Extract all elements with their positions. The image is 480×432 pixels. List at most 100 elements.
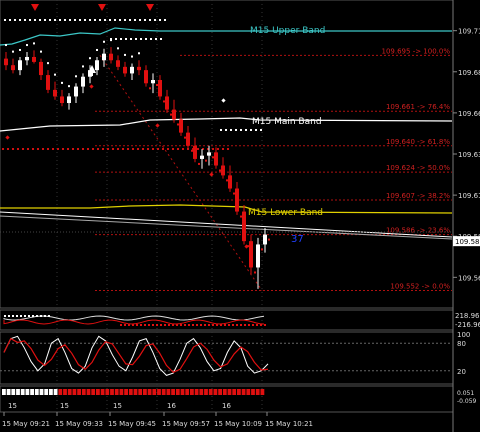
chart-svg[interactable]: 109.695 -> 100.0% 109.661 -> 76.4% 109.640…	[0, 0, 480, 432]
signal-dot	[117, 47, 119, 50]
cci-dot	[28, 315, 30, 317]
cci-dot	[132, 324, 134, 326]
signal-dot	[149, 87, 151, 90]
time-label: 15 May 09:45	[108, 420, 156, 428]
signal-block	[218, 389, 222, 395]
signal-dot	[254, 271, 256, 274]
candle-body	[179, 119, 183, 133]
signal-block	[208, 389, 213, 395]
band-dot	[94, 19, 96, 21]
day-label: 16	[222, 402, 231, 410]
trading-chart-window: 109.695 -> 100.0% 109.661 -> 76.4% 109.640…	[0, 0, 480, 432]
cci-dot	[200, 324, 202, 326]
band-dot	[124, 19, 126, 21]
signal-dot	[103, 40, 105, 43]
cci-dot	[48, 315, 50, 317]
cci-dot	[44, 315, 46, 317]
signal-dot	[261, 248, 263, 251]
signal-block	[86, 389, 91, 395]
cci-dot	[128, 324, 130, 326]
signal-dot	[96, 48, 98, 51]
band-dot	[37, 148, 39, 150]
cci-dot	[264, 324, 266, 326]
candle-body	[11, 65, 15, 71]
signal-dot	[33, 42, 35, 45]
band-dot	[154, 19, 156, 21]
signal-block	[222, 389, 227, 395]
candle-body	[4, 58, 8, 66]
band-dot	[127, 148, 129, 150]
cci-dot	[256, 324, 258, 326]
candle-body	[25, 56, 29, 61]
fib-label: 109.640 -> 61.8%	[386, 138, 450, 146]
signal-dot	[19, 48, 21, 51]
band-dot	[92, 148, 94, 150]
signal-block	[96, 389, 100, 395]
band-dot	[34, 19, 36, 21]
band-dot	[157, 148, 159, 150]
time-label: 15 May 09:57	[162, 420, 210, 428]
signal-block	[246, 389, 251, 395]
cci-dot	[204, 324, 206, 326]
signal-block	[81, 389, 86, 395]
signal-block	[20, 389, 25, 395]
lower-band-label: M15 Lower Band	[248, 208, 323, 218]
candle-body	[32, 56, 36, 62]
signal-block	[260, 389, 265, 395]
band-dot	[29, 19, 31, 21]
signal-dot	[12, 50, 14, 53]
cci-dot	[12, 315, 14, 317]
band-dot	[19, 19, 21, 21]
signal-dot	[131, 55, 133, 58]
cci-dot	[224, 324, 226, 326]
band-dot	[134, 19, 136, 21]
band-dot	[227, 148, 229, 150]
time-label: 15 May 10:09	[214, 420, 262, 428]
day-label: 15	[8, 402, 17, 410]
candle-body	[123, 66, 127, 74]
cci-dot	[248, 324, 250, 326]
band-dot	[64, 19, 66, 21]
price-tick-label: 109.685	[458, 69, 480, 77]
cci-dot	[152, 324, 154, 326]
cci-dot	[172, 324, 174, 326]
signal-label: 0.051	[457, 390, 474, 397]
band-dot	[162, 148, 164, 150]
signal-block	[124, 389, 128, 395]
candle-body	[53, 89, 57, 97]
day-label: 15	[60, 402, 69, 410]
cci-dot	[216, 324, 218, 326]
candle-body	[249, 241, 253, 268]
candle-body	[74, 86, 78, 97]
candle-body	[144, 70, 148, 84]
band-dot	[217, 148, 219, 150]
band-dot	[125, 38, 127, 40]
band-dot	[4, 19, 6, 21]
signal-dot	[82, 65, 84, 68]
main-band-label: M15 Main Band	[252, 117, 322, 127]
bar-count-label: 37	[291, 234, 304, 245]
signal-dot	[184, 136, 186, 139]
band-dot	[222, 148, 224, 150]
band-dot	[120, 38, 122, 40]
band-dot	[77, 148, 79, 150]
candle-body	[137, 66, 141, 71]
up-arrow-icon	[91, 72, 93, 76]
signal-dot	[233, 192, 235, 195]
signal-dot	[240, 215, 242, 218]
band-dot	[24, 19, 26, 21]
signal-block	[147, 389, 152, 395]
candle-body	[200, 155, 204, 159]
signal-dot	[5, 44, 7, 47]
band-dot	[9, 19, 11, 21]
band-dot	[57, 148, 59, 150]
band-dot	[152, 148, 154, 150]
band-dot	[69, 19, 71, 21]
cci-dot	[8, 315, 10, 317]
band-dot	[145, 38, 147, 40]
candle-body	[95, 60, 99, 71]
candle-body	[207, 152, 211, 156]
signal-block	[152, 389, 157, 395]
signal-dot	[89, 57, 91, 60]
price-tick-label: 109.660	[458, 110, 480, 118]
